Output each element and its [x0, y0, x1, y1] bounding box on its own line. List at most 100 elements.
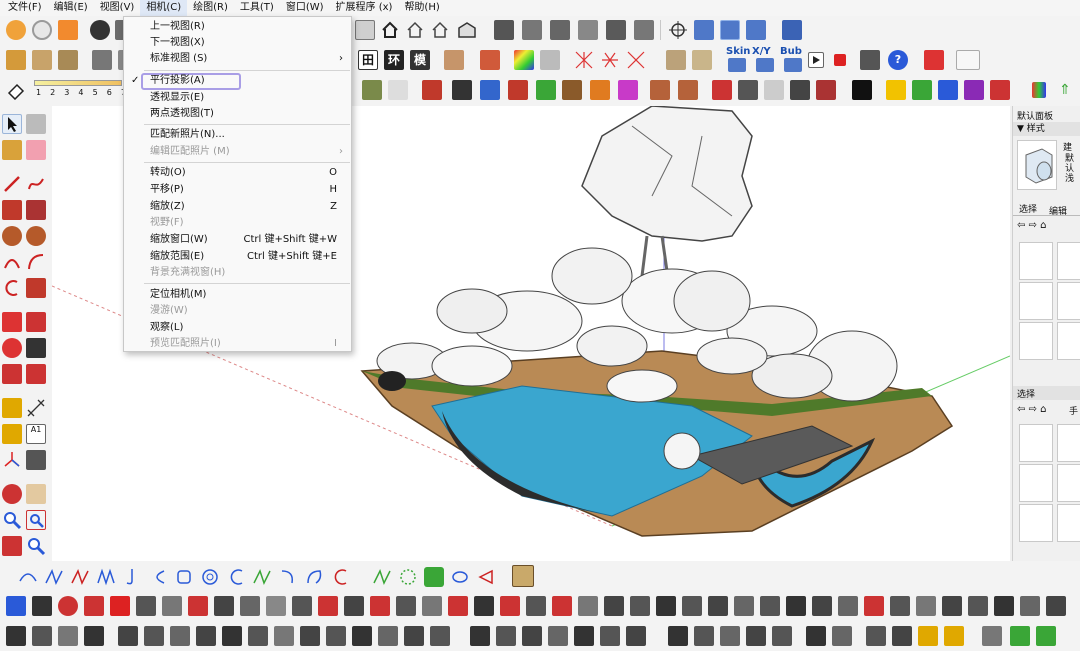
menu-item-previous-view[interactable]: 上一视图(R) [124, 19, 351, 35]
spiral-tool-icon[interactable] [200, 567, 220, 587]
b3-icon-10[interactable] [248, 626, 268, 646]
huan-button[interactable]: 环 [384, 50, 404, 70]
b3-icon-28[interactable] [746, 626, 766, 646]
b2-icon-10[interactable] [240, 596, 260, 616]
component-thumb[interactable] [1019, 504, 1053, 542]
eraser-icon[interactable] [6, 80, 26, 101]
b2-icon-23[interactable] [578, 596, 598, 616]
b3-icon-25[interactable] [668, 626, 688, 646]
style-thumb[interactable] [1057, 282, 1080, 320]
select-tool-icon[interactable] [2, 114, 22, 134]
texture-icon[interactable] [444, 50, 464, 70]
b2-icon-3[interactable] [58, 596, 78, 616]
zoom-window-icon[interactable] [26, 510, 46, 530]
play-icon[interactable] [808, 52, 824, 68]
menu-item-parallel-projection[interactable]: ✓ 平行投影(A) [124, 73, 351, 90]
b3-icon-8[interactable] [196, 626, 216, 646]
red-arc-icon[interactable] [330, 567, 350, 587]
shape-icon[interactable] [388, 80, 408, 100]
tile-icon[interactable] [790, 80, 810, 100]
house-yellow-icon[interactable] [886, 80, 906, 100]
menu-item-match-new-photo[interactable]: 匹配新照片(N)... [124, 127, 351, 143]
text-tool-icon[interactable]: A1 [26, 424, 46, 444]
orbit-tool-icon[interactable] [2, 484, 22, 504]
color-picker-icon[interactable] [514, 50, 534, 70]
b3-icon-31[interactable] [832, 626, 852, 646]
b2-icon-8[interactable] [188, 596, 208, 616]
crate-icon[interactable] [512, 565, 534, 587]
protractor-icon[interactable] [2, 424, 22, 444]
s-curve-icon[interactable] [252, 567, 272, 587]
up-arrow-icon[interactable]: ⇑ [1058, 82, 1072, 98]
menu-item-zoom[interactable]: 缩放(Z) Z [124, 199, 351, 215]
b3-icon-3[interactable] [58, 626, 78, 646]
push-red2-icon[interactable] [508, 80, 528, 100]
nav-arrows[interactable]: ⇦ ⇨ ⌂ [1017, 220, 1046, 231]
globe-icon[interactable] [764, 80, 784, 100]
fan-tool-icon[interactable] [476, 567, 496, 587]
menu-item-next-view[interactable]: 下一视图(X) [124, 35, 351, 51]
b3-icon-26[interactable] [694, 626, 714, 646]
network-red-icon[interactable] [574, 50, 594, 70]
b2-icon-7[interactable] [162, 596, 182, 616]
refresh-icon[interactable] [32, 20, 52, 40]
b3-icon-5[interactable] [118, 626, 138, 646]
c-curve-icon[interactable] [148, 567, 168, 587]
b3-icon-37[interactable] [1010, 626, 1030, 646]
style-thumb[interactable] [1057, 242, 1080, 280]
move-tool-icon[interactable] [2, 312, 22, 332]
menu-item-standard-views[interactable]: 标准视图 (S) › [124, 51, 351, 67]
b3-icon-16[interactable] [404, 626, 424, 646]
help-icon[interactable]: ? [888, 50, 908, 70]
b3-icon-7[interactable] [170, 626, 190, 646]
component-thumb[interactable] [1019, 424, 1053, 462]
menu-view[interactable]: 视图(V) [94, 0, 141, 16]
menu-draw[interactable]: 绘图(R) [187, 0, 234, 16]
document-icon[interactable] [355, 20, 375, 40]
menu-item-position-camera[interactable]: 定位相机(M) [124, 287, 351, 303]
offset-tool-icon[interactable] [26, 364, 46, 384]
style-thumb[interactable] [1019, 242, 1053, 280]
b3-icon-20[interactable] [522, 626, 542, 646]
box-layers-icon[interactable] [578, 20, 598, 40]
b3-icon-27[interactable] [720, 626, 740, 646]
b3-icon-14[interactable] [352, 626, 372, 646]
b2-icon-12[interactable] [292, 596, 312, 616]
b2-icon-31[interactable] [786, 596, 806, 616]
render-icon[interactable] [860, 50, 880, 70]
b3-icon-12[interactable] [300, 626, 320, 646]
dice-icon[interactable] [852, 80, 872, 100]
b3-icon-9[interactable] [222, 626, 242, 646]
b2-icon-21[interactable] [526, 596, 546, 616]
component-thumb[interactable] [1019, 464, 1053, 502]
layer-number[interactable]: 5 [93, 88, 98, 97]
building-icon[interactable] [457, 20, 477, 40]
b3-icon-36[interactable] [982, 626, 1002, 646]
layer-number[interactable]: 6 [107, 88, 112, 97]
hook-tool-icon[interactable] [122, 567, 142, 587]
b3-icon-24[interactable] [626, 626, 646, 646]
component-thumb[interactable] [1057, 504, 1080, 542]
push-magenta-icon[interactable] [618, 80, 638, 100]
b3-icon-4[interactable] [84, 626, 104, 646]
ellipse-tool-icon[interactable] [450, 567, 470, 587]
box-orange-icon[interactable] [6, 50, 26, 70]
b2-icon-2[interactable] [32, 596, 52, 616]
styles-section-header[interactable]: ▼ 样式 [1013, 122, 1080, 136]
view-front-icon[interactable] [746, 20, 766, 40]
polygon-tool-icon[interactable] [26, 226, 46, 246]
line-tool-icon[interactable] [2, 174, 22, 194]
crosshair-icon[interactable] [668, 20, 688, 40]
grid-roof-icon[interactable] [678, 80, 698, 100]
b3-icon-11[interactable] [274, 626, 294, 646]
b2-icon-5[interactable] [110, 596, 130, 616]
network-red2-icon[interactable] [600, 50, 620, 70]
menu-extensions[interactable]: 扩展程序 (x) [330, 0, 399, 16]
cursor-tool-icon[interactable] [540, 50, 560, 70]
view-iso-icon[interactable] [694, 20, 714, 40]
layer-slider[interactable] [34, 80, 122, 86]
menu-window[interactable]: 窗口(W) [280, 0, 330, 16]
surface-icon[interactable] [738, 80, 758, 100]
bezier-tool-icon[interactable] [96, 567, 116, 587]
dotted-circle-icon[interactable] [398, 567, 418, 587]
